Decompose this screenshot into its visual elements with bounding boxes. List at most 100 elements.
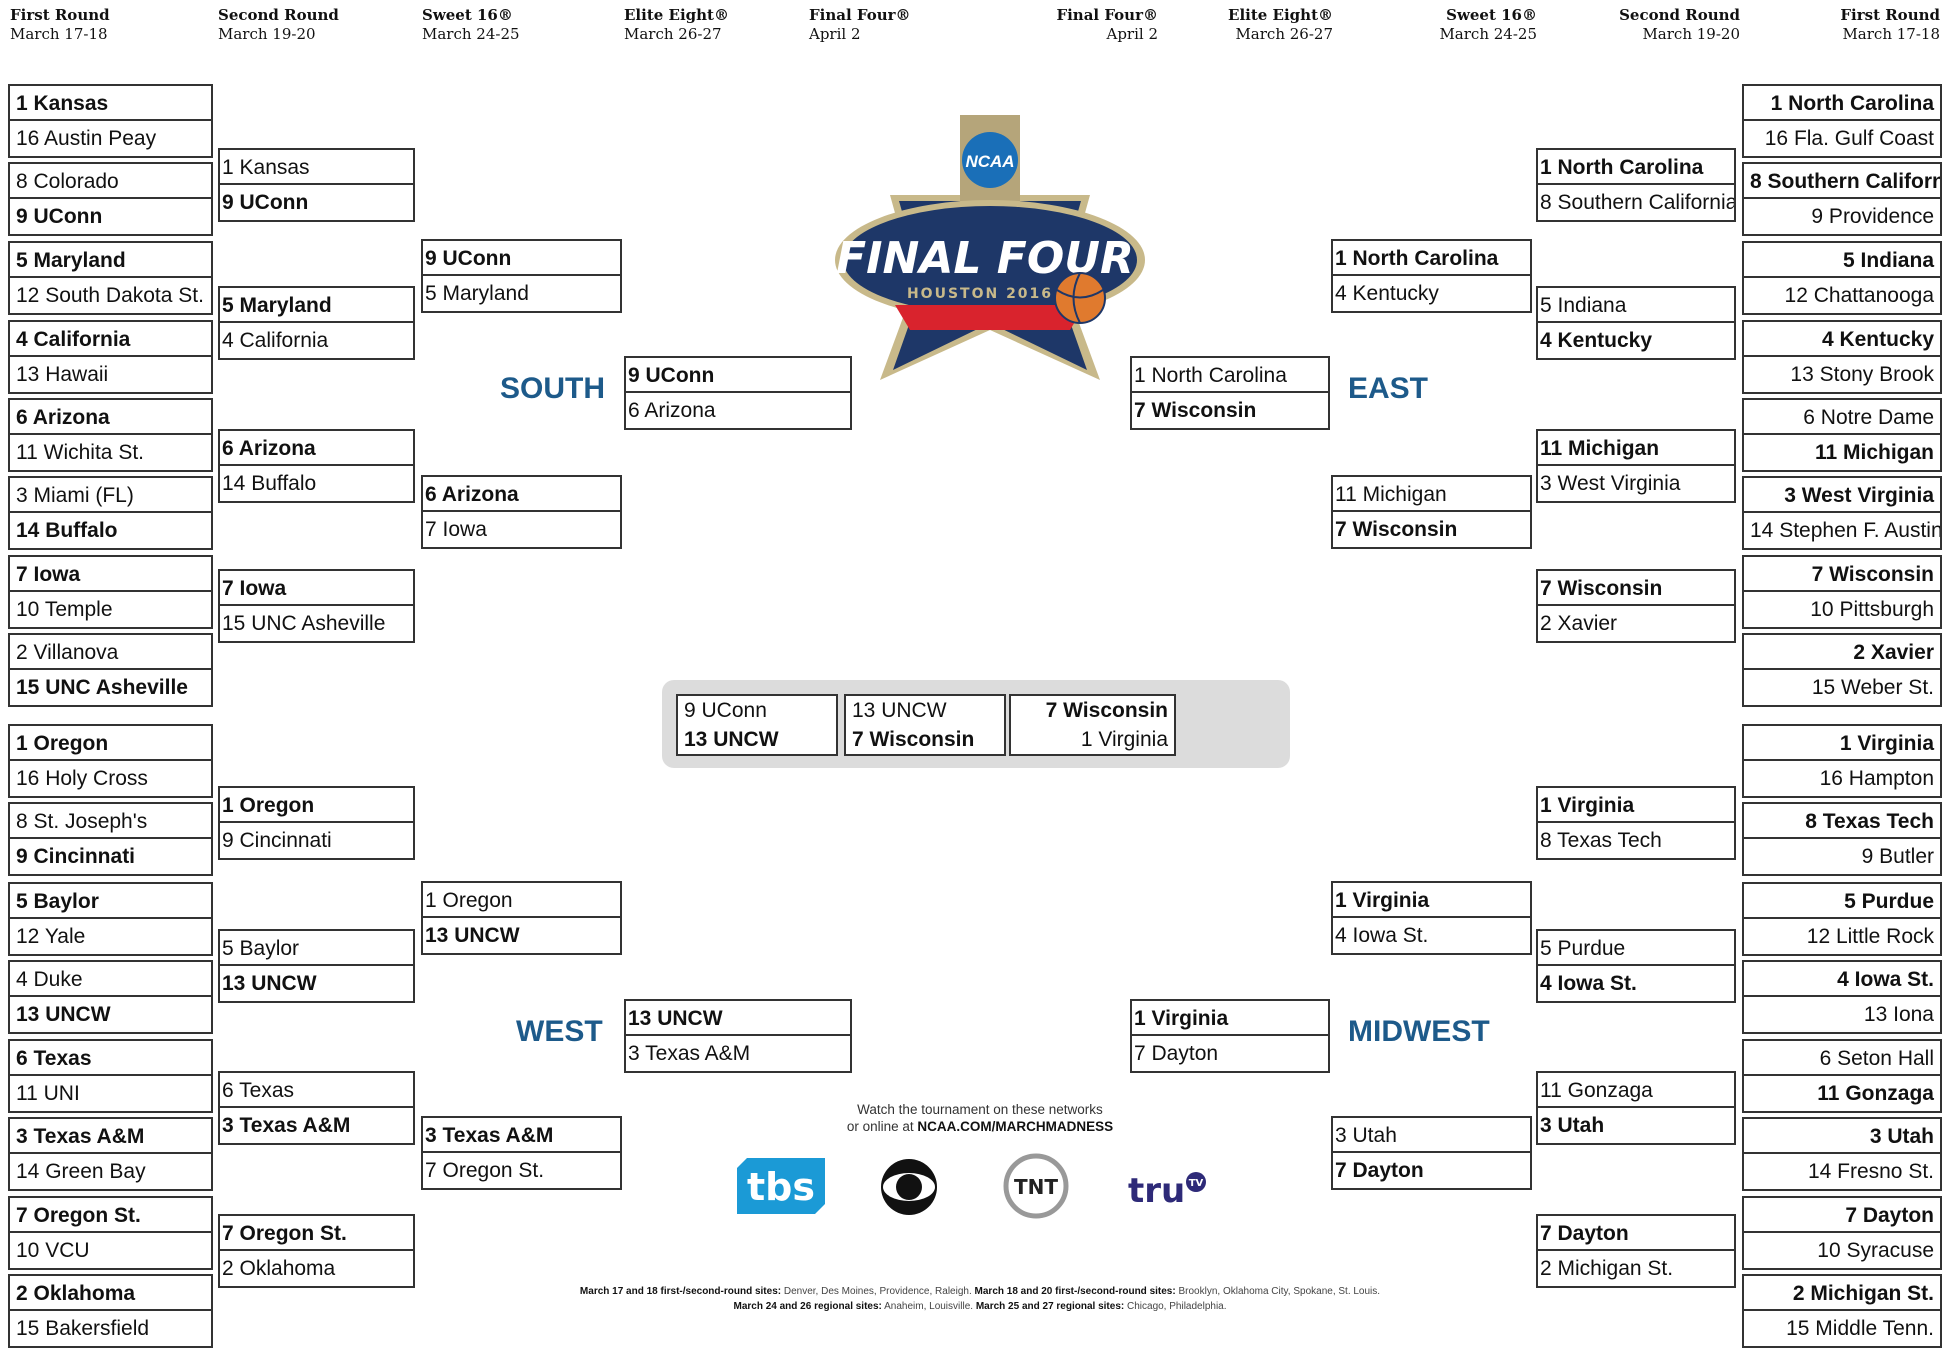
team-slot[interactable]: 11 Gonzaga [1538,1073,1734,1108]
team-slot-winner[interactable]: 8 Southern California [1744,164,1940,199]
team-slot[interactable]: 15 UNC Asheville [220,606,413,641]
team-slot[interactable]: 6 Notre Dame [1744,400,1940,435]
team-slot-winner[interactable]: 13 UNCW [678,725,836,754]
team-slot[interactable]: 16 Austin Peay [10,121,211,156]
team-slot[interactable]: 3 Miami (FL) [10,478,211,513]
team-slot[interactable]: 1 North Carolina [1132,358,1328,393]
team-slot-winner[interactable]: 13 UNCW [220,966,413,1001]
team-slot[interactable]: 10 VCU [10,1233,211,1268]
team-slot[interactable]: 2 Villanova [10,635,211,670]
team-slot-winner[interactable]: 3 Texas A&M [423,1118,620,1153]
team-slot[interactable]: 16 Fla. Gulf Coast [1744,121,1940,156]
team-slot-winner[interactable]: 7 Wisconsin [1538,571,1734,606]
team-slot[interactable]: 1 Kansas [220,150,413,185]
team-slot[interactable]: 8 Texas Tech [1538,823,1734,858]
team-slot-winner[interactable]: 13 UNCW [626,1001,850,1036]
team-slot-winner[interactable]: 3 Texas A&M [10,1119,211,1154]
team-slot-winner[interactable]: 3 Texas A&M [220,1108,413,1143]
team-slot[interactable]: 3 Texas A&M [626,1036,850,1071]
team-slot-winner[interactable]: 7 Iowa [10,557,211,592]
team-slot-winner[interactable]: 3 Utah [1744,1119,1940,1154]
team-slot[interactable]: 11 Wichita St. [10,435,211,470]
team-slot-winner[interactable]: 4 Iowa St. [1538,966,1734,1001]
team-slot[interactable]: 9 Cincinnati [220,823,413,858]
team-slot-winner[interactable]: 9 Cincinnati [10,839,211,874]
team-slot-winner[interactable]: 11 Gonzaga [1744,1076,1940,1111]
team-slot[interactable]: 15 Middle Tenn. [1744,1311,1940,1346]
team-slot-winner[interactable]: 5 Indiana [1744,243,1940,278]
team-slot-winner[interactable]: 8 Texas Tech [1744,804,1940,839]
team-slot-winner[interactable]: 11 Michigan [1744,435,1940,470]
team-slot-winner[interactable]: 2 Xavier [1744,635,1940,670]
team-slot[interactable]: 12 Chattanooga [1744,278,1940,313]
team-slot-winner[interactable]: 14 Buffalo [10,513,211,548]
team-slot[interactable]: 12 Little Rock [1744,919,1940,954]
team-slot[interactable]: 7 Oregon St. [423,1153,620,1188]
team-slot-winner[interactable]: 7 Wisconsin [1744,557,1940,592]
team-slot[interactable]: 6 Texas [220,1073,413,1108]
team-slot-winner[interactable]: 1 Virginia [1132,1001,1328,1036]
team-slot[interactable]: 3 West Virginia [1538,466,1734,501]
team-slot-winner[interactable]: 9 UConn [626,358,850,393]
team-slot-winner[interactable]: 7 Dayton [1333,1153,1530,1188]
team-slot[interactable]: 14 Fresno St. [1744,1154,1940,1189]
team-slot-winner[interactable]: 3 Utah [1538,1108,1734,1143]
team-slot-winner[interactable]: 13 UNCW [423,918,620,953]
team-slot-winner[interactable]: 7 Oregon St. [220,1216,413,1251]
team-slot[interactable]: 12 Yale [10,919,211,954]
team-slot[interactable]: 10 Pittsburgh [1744,592,1940,627]
team-slot-winner[interactable]: 2 Michigan St. [1744,1276,1940,1311]
team-slot-winner[interactable]: 3 West Virginia [1744,478,1940,513]
team-slot[interactable]: 13 Iona [1744,997,1940,1032]
team-slot[interactable]: 13 UNCW [846,696,1004,725]
team-slot-winner[interactable]: 6 Arizona [220,431,413,466]
team-slot-winner[interactable]: 1 Virginia [1744,726,1940,761]
team-slot[interactable]: 7 Dayton [1132,1036,1328,1071]
team-slot-winner[interactable]: 4 California [10,322,211,357]
team-slot-winner[interactable]: 5 Maryland [10,243,211,278]
team-slot-winner[interactable]: 15 UNC Asheville [10,670,211,705]
team-slot-winner[interactable]: 1 North Carolina [1744,86,1940,121]
team-slot[interactable]: 2 Xavier [1538,606,1734,641]
team-slot[interactable]: 11 UNI [10,1076,211,1111]
team-slot-winner[interactable]: 4 Kentucky [1538,323,1734,358]
team-slot[interactable]: 8 St. Joseph's [10,804,211,839]
team-slot-winner[interactable]: 7 Wisconsin [846,725,1004,754]
team-slot[interactable]: 5 Purdue [1538,931,1734,966]
team-slot[interactable]: 5 Indiana [1538,288,1734,323]
team-slot[interactable]: 16 Hampton [1744,761,1940,796]
team-slot[interactable]: 14 Buffalo [220,466,413,501]
team-slot[interactable]: 2 Michigan St. [1538,1251,1734,1286]
team-slot[interactable]: 1 Virginia [1011,725,1174,754]
team-slot[interactable]: 4 California [220,323,413,358]
team-slot-winner[interactable]: 7 Dayton [1538,1216,1734,1251]
team-slot[interactable]: 10 Syracuse [1744,1233,1940,1268]
team-slot-winner[interactable]: 7 Wisconsin [1333,512,1530,547]
team-slot[interactable]: 3 Utah [1333,1118,1530,1153]
team-slot-winner[interactable]: 7 Oregon St. [10,1198,211,1233]
team-slot-winner[interactable]: 6 Arizona [423,477,620,512]
team-slot[interactable]: 4 Kentucky [1333,276,1530,311]
team-slot-winner[interactable]: 7 Dayton [1744,1198,1940,1233]
team-slot-winner[interactable]: 4 Kentucky [1744,322,1940,357]
team-slot-winner[interactable]: 1 North Carolina [1333,241,1530,276]
team-slot[interactable]: 8 Colorado [10,164,211,199]
team-slot-winner[interactable]: 6 Arizona [10,400,211,435]
team-slot-winner[interactable]: 1 Kansas [10,86,211,121]
ncaa-link[interactable]: NCAA.COM/MARCHMADNESS [917,1119,1113,1134]
team-slot-winner[interactable]: 4 Iowa St. [1744,962,1940,997]
team-slot-winner[interactable]: 9 UConn [10,199,211,234]
team-slot-winner[interactable]: 7 Wisconsin [1132,393,1328,428]
team-slot[interactable]: 14 Stephen F. Austin [1744,513,1940,548]
team-slot-winner[interactable]: 1 Virginia [1538,788,1734,823]
team-slot[interactable]: 1 Oregon [423,883,620,918]
team-slot[interactable]: 11 Michigan [1333,477,1530,512]
team-slot[interactable]: 9 UConn [678,696,836,725]
team-slot[interactable]: 5 Baylor [220,931,413,966]
team-slot[interactable]: 12 South Dakota St. [10,278,211,313]
team-slot[interactable]: 9 Providence [1744,199,1940,234]
team-slot-winner[interactable]: 9 UConn [423,241,620,276]
team-slot[interactable]: 13 Stony Brook [1744,357,1940,392]
team-slot[interactable]: 8 Southern California [1538,185,1734,220]
team-slot-winner[interactable]: 1 Oregon [220,788,413,823]
